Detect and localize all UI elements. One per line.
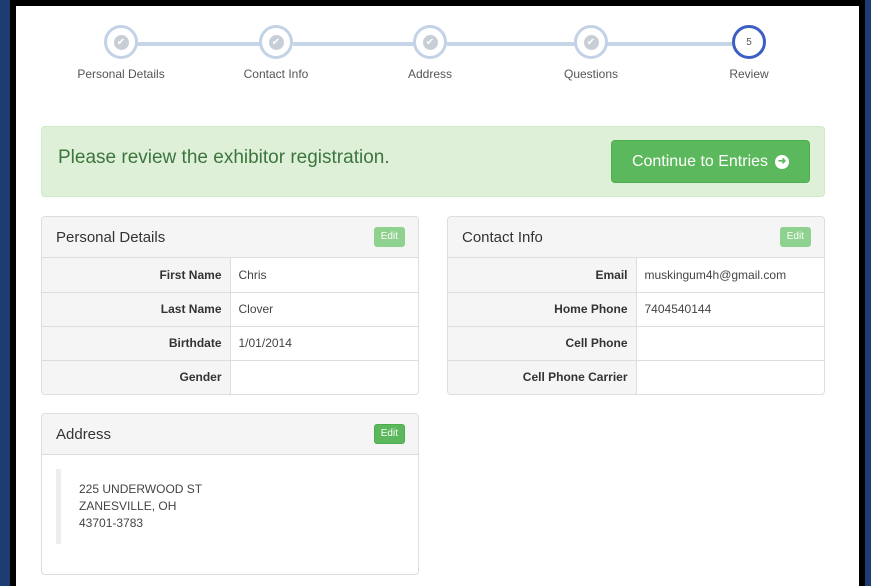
field-value: muskingum4h@gmail.com — [644, 267, 787, 282]
review-page: ✔ Personal Details ✔ Contact Info ✔ Addr… — [16, 6, 859, 586]
panel-title: Address — [56, 426, 112, 443]
step-label: Questions — [563, 67, 619, 81]
check-icon: ✔ — [268, 34, 284, 50]
panel-heading: Personal Details Edit — [42, 217, 418, 258]
panel-heading: Address Edit — [42, 414, 418, 455]
step-label: Personal Details — [77, 67, 165, 81]
field-value: Chris — [238, 267, 267, 282]
step-circle: ✔ — [574, 25, 608, 59]
field-value: Clover — [230, 291, 418, 326]
step-questions[interactable]: ✔ Questions — [531, 25, 651, 81]
field-value — [636, 359, 824, 394]
review-alert: Please review the exhibitor registration… — [41, 126, 825, 197]
field-label: Home Phone — [448, 291, 637, 326]
arrow-circle-right-icon: ➜ — [775, 154, 790, 169]
step-address[interactable]: ✔ Address — [370, 25, 490, 81]
address-body: 225 UNDERWOOD ST ZANESVILLE, OH 43701-37… — [42, 455, 418, 544]
step-contact-info[interactable]: ✔ Contact Info — [216, 25, 336, 81]
address-line-3: 43701-3783 — [79, 516, 144, 530]
table-row: Email muskingum4h@gmail.com — [448, 258, 824, 292]
step-circle-current: 5 — [732, 25, 766, 59]
table-row: Home Phone 7404540144 — [448, 291, 824, 326]
panel-title: Contact Info — [462, 229, 543, 246]
step-label: Review — [729, 67, 769, 81]
step-review[interactable]: 5 Review — [689, 25, 809, 81]
step-label: Contact Info — [243, 67, 309, 81]
step-circle: ✔ — [259, 25, 293, 59]
address-line-1: 225 UNDERWOOD ST — [79, 482, 203, 496]
check-icon: ✔ — [583, 34, 599, 50]
field-value: 1/01/2014 — [230, 325, 418, 360]
address-blockquote: 225 UNDERWOOD ST ZANESVILLE, OH 43701-37… — [56, 469, 404, 544]
table-row: Cell Phone — [448, 325, 824, 360]
continue-to-entries-button[interactable]: Continue to Entries ➜ — [611, 140, 810, 183]
step-personal-details[interactable]: ✔ Personal Details — [61, 25, 181, 81]
address-panel: Address Edit 225 UNDERWOOD ST ZANESVILLE… — [41, 413, 419, 575]
edit-address-button[interactable]: Edit — [373, 424, 405, 444]
window-frame: ✔ Personal Details ✔ Contact Info ✔ Addr… — [10, 0, 865, 586]
contact-info-panel: Contact Info Edit Email muskingum4h@gmai… — [447, 216, 825, 395]
step-circle: ✔ — [104, 25, 138, 59]
field-value — [230, 359, 418, 394]
field-label: Email — [448, 258, 637, 292]
progress-stepper: ✔ Personal Details ✔ Contact Info ✔ Addr… — [16, 6, 859, 116]
table-row: First Name Chris — [42, 258, 418, 292]
edit-contact-button[interactable]: Edit — [779, 227, 811, 247]
field-label: Last Name — [42, 291, 231, 326]
panel-heading: Contact Info Edit — [448, 217, 824, 258]
field-value: 7404540144 — [636, 291, 824, 326]
check-icon: ✔ — [422, 34, 438, 50]
field-label: First Name — [42, 258, 231, 292]
personal-details-table: First Name Chris Last Name Clover Birthd… — [42, 258, 418, 394]
field-value — [636, 325, 824, 360]
step-circle: ✔ — [413, 25, 447, 59]
table-row: Birthdate 1/01/2014 — [42, 325, 418, 360]
table-row: Gender — [42, 359, 418, 394]
contact-info-table: Email muskingum4h@gmail.com Home Phone 7… — [448, 258, 824, 394]
address-line-2: ZANESVILLE, OH — [79, 499, 177, 513]
check-icon: ✔ — [113, 34, 129, 50]
table-row: Cell Phone Carrier — [448, 359, 824, 394]
field-label: Gender — [42, 359, 231, 394]
continue-label: Continue to Entries — [631, 152, 769, 170]
table-row: Last Name Clover — [42, 291, 418, 326]
edit-personal-button[interactable]: Edit — [373, 227, 405, 247]
panel-title: Personal Details — [56, 229, 166, 246]
field-label: Birthdate — [42, 325, 231, 360]
step-label: Address — [407, 67, 453, 81]
alert-message: Please review the exhibitor registration… — [58, 147, 390, 168]
personal-details-panel: Personal Details Edit First Name Chris L… — [41, 216, 419, 395]
field-label: Cell Phone Carrier — [448, 359, 637, 394]
field-label: Cell Phone — [448, 325, 637, 360]
